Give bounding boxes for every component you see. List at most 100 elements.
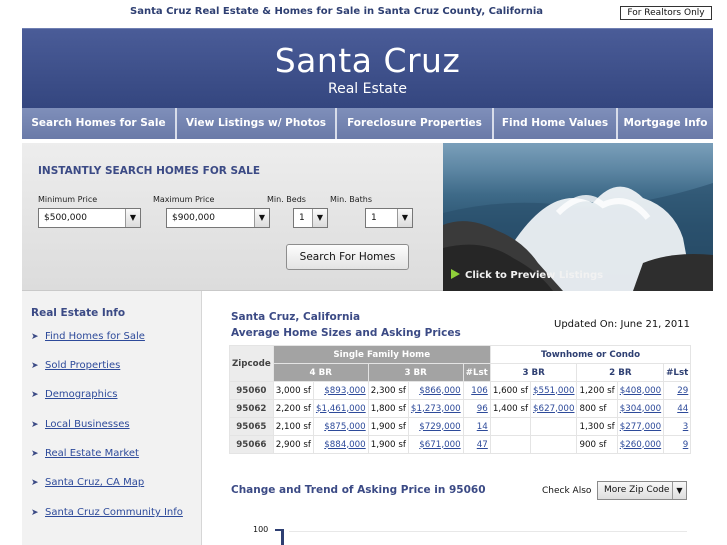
size-cell: 1,300 sf [576, 417, 618, 436]
listings-count-link[interactable]: 3 [663, 417, 692, 436]
table-row: 95066 2,900 sf $884,000 1,900 sf $671,00… [229, 435, 692, 454]
price-link[interactable]: $866,000 [407, 381, 464, 400]
size-cell: 1,900 sf [367, 417, 409, 436]
nav-search-homes[interactable]: Search Homes for Sale [22, 108, 177, 139]
location-heading: Santa Cruz, California [231, 311, 361, 323]
chevron-down-icon[interactable]: ▼ [672, 482, 686, 499]
min-baths-value: 1 [371, 213, 377, 223]
price-link[interactable]: $627,000 [530, 399, 578, 418]
listings-count-link[interactable]: 14 [462, 417, 491, 436]
size-cell: 2,100 sf [272, 417, 314, 436]
sfh-listings-header: #Lst [462, 363, 491, 382]
price-link[interactable] [530, 435, 578, 454]
sidebar-link-businesses[interactable]: ➤ Local Businesses [31, 419, 130, 430]
table-row: 95062 2,200 sf $1,461,000 1,800 sf $1,27… [229, 399, 692, 418]
table-header-row: Zipcode Single Family Home Townhome or C… [229, 345, 692, 382]
chevron-down-icon[interactable]: ▼ [254, 209, 269, 227]
price-link[interactable]: $884,000 [312, 435, 369, 454]
nav-foreclosures[interactable]: Foreclosure Properties [337, 108, 494, 139]
sidebar-link-sold[interactable]: ➤ Sold Properties [31, 360, 120, 371]
trend-chart-title: Change and Trend of Asking Price in 9506… [231, 484, 486, 496]
zipcode-cell: 95066 [229, 435, 274, 454]
size-cell: 900 sf [576, 435, 618, 454]
sidebar-link-market[interactable]: ➤ Real Estate Market [31, 448, 139, 459]
ocean-wave-illustration [443, 183, 713, 291]
zip-code-select-value: More Zip Code [604, 485, 670, 495]
price-link[interactable]: $875,000 [312, 417, 369, 436]
preview-listings-caption[interactable]: Click to Preview Listings [465, 270, 603, 281]
chart-gridline [289, 531, 687, 532]
price-link[interactable]: $671,000 [407, 435, 464, 454]
size-cell: 800 sf [576, 399, 618, 418]
table-subheader-row: 4 BR 3 BR #Lst 3 BR 2 BR #Lst [230, 363, 692, 382]
min-price-select[interactable]: $500,000 ▼ [38, 208, 141, 228]
max-price-select[interactable]: $900,000 ▼ [166, 208, 270, 228]
listings-count-link[interactable]: 9 [663, 435, 692, 454]
top-bar: Santa Cruz Real Estate & Homes for Sale … [0, 0, 727, 24]
size-cell: 1,200 sf [576, 381, 618, 400]
listings-count-link[interactable]: 29 [663, 381, 692, 400]
chevron-down-icon[interactable]: ▼ [125, 209, 140, 227]
main-nav: Search Homes for Sale View Listings w/ P… [22, 108, 713, 139]
sidebar-link-map[interactable]: ➤ Santa Cruz, CA Map [31, 477, 144, 488]
size-cell: 1,900 sf [367, 435, 409, 454]
quick-search-panel: INSTANTLY SEARCH HOMES FOR SALE Minimum … [22, 143, 443, 291]
nav-view-listings[interactable]: View Listings w/ Photos [177, 108, 337, 139]
price-link[interactable]: $729,000 [407, 417, 464, 436]
price-link[interactable]: $260,000 [616, 435, 665, 454]
zipcode-cell: 95062 [229, 399, 274, 418]
size-cell: 2,900 sf [272, 435, 314, 454]
min-beds-label: Min. Beds [267, 195, 306, 204]
arrow-bullet-icon: ➤ [31, 449, 39, 459]
listings-count-link[interactable]: 106 [462, 381, 491, 400]
search-homes-button[interactable]: Search For Homes [286, 244, 409, 270]
min-baths-select[interactable]: 1 ▼ [365, 208, 413, 228]
zipcode-cell: 95065 [229, 417, 274, 436]
price-link[interactable] [530, 417, 578, 436]
sfh-3br-header: 3 BR [367, 363, 464, 382]
arrow-bullet-icon: ➤ [31, 390, 39, 400]
check-also-label: Check Also [542, 486, 592, 496]
size-cell: 3,000 sf [272, 381, 314, 400]
min-price-value: $500,000 [44, 213, 87, 223]
listings-count-link[interactable]: 47 [462, 435, 491, 454]
updated-date: Updated On: June 21, 2011 [554, 319, 690, 330]
arrow-bullet-icon: ➤ [31, 361, 39, 371]
listings-count-link[interactable]: 44 [663, 399, 692, 418]
price-link[interactable]: $1,461,000 [312, 399, 369, 418]
price-link[interactable]: $551,000 [530, 381, 578, 400]
table-row: 95060 3,000 sf $893,000 2,300 sf $866,00… [229, 381, 692, 400]
play-arrow-icon [451, 269, 460, 279]
min-beds-select[interactable]: 1 ▼ [293, 208, 328, 228]
zipcode-cell: 95060 [229, 381, 274, 400]
listings-count-link[interactable]: 96 [462, 399, 491, 418]
preview-listings-photo[interactable]: Click to Preview Listings [443, 143, 713, 291]
site-header: Santa Cruz Real Estate [22, 28, 713, 108]
sidebar-link-demographics[interactable]: ➤ Demographics [31, 389, 117, 400]
nav-mortgage-info[interactable]: Mortgage Info [618, 108, 713, 139]
price-link[interactable]: $893,000 [312, 381, 369, 400]
min-beds-value: 1 [299, 213, 305, 223]
sidebar-link-find-homes[interactable]: ➤ Find Homes for Sale [31, 331, 145, 342]
min-price-label: Minimum Price [38, 195, 98, 204]
chart-y-tick-label: 100 [253, 525, 269, 534]
price-link[interactable]: $304,000 [616, 399, 665, 418]
price-link[interactable]: $408,000 [616, 381, 665, 400]
arrow-bullet-icon: ➤ [31, 332, 39, 342]
zip-code-select[interactable]: More Zip Code ▼ [597, 481, 687, 500]
chevron-down-icon[interactable]: ▼ [397, 209, 412, 227]
realtors-only-button[interactable]: For Realtors Only [620, 6, 712, 20]
chevron-down-icon[interactable]: ▼ [312, 209, 327, 227]
nav-home-values[interactable]: Find Home Values [494, 108, 618, 139]
size-cell [489, 417, 532, 436]
price-link[interactable]: $277,000 [616, 417, 665, 436]
sfh-4br-header: 4 BR [272, 363, 369, 382]
home-prices-table: Zipcode Single Family Home Townhome or C… [229, 345, 692, 454]
sidebar-link-community[interactable]: ➤ Santa Cruz Community Info [31, 507, 183, 518]
price-link[interactable]: $1,273,000 [407, 399, 464, 418]
arrow-bullet-icon: ➤ [31, 420, 39, 430]
sidebar-title: Real Estate Info [31, 307, 126, 319]
table-row: 95065 2,100 sf $875,000 1,900 sf $729,00… [229, 417, 692, 436]
brand-title[interactable]: Santa Cruz [22, 41, 713, 80]
townhome-header: Townhome or Condo [489, 345, 692, 364]
